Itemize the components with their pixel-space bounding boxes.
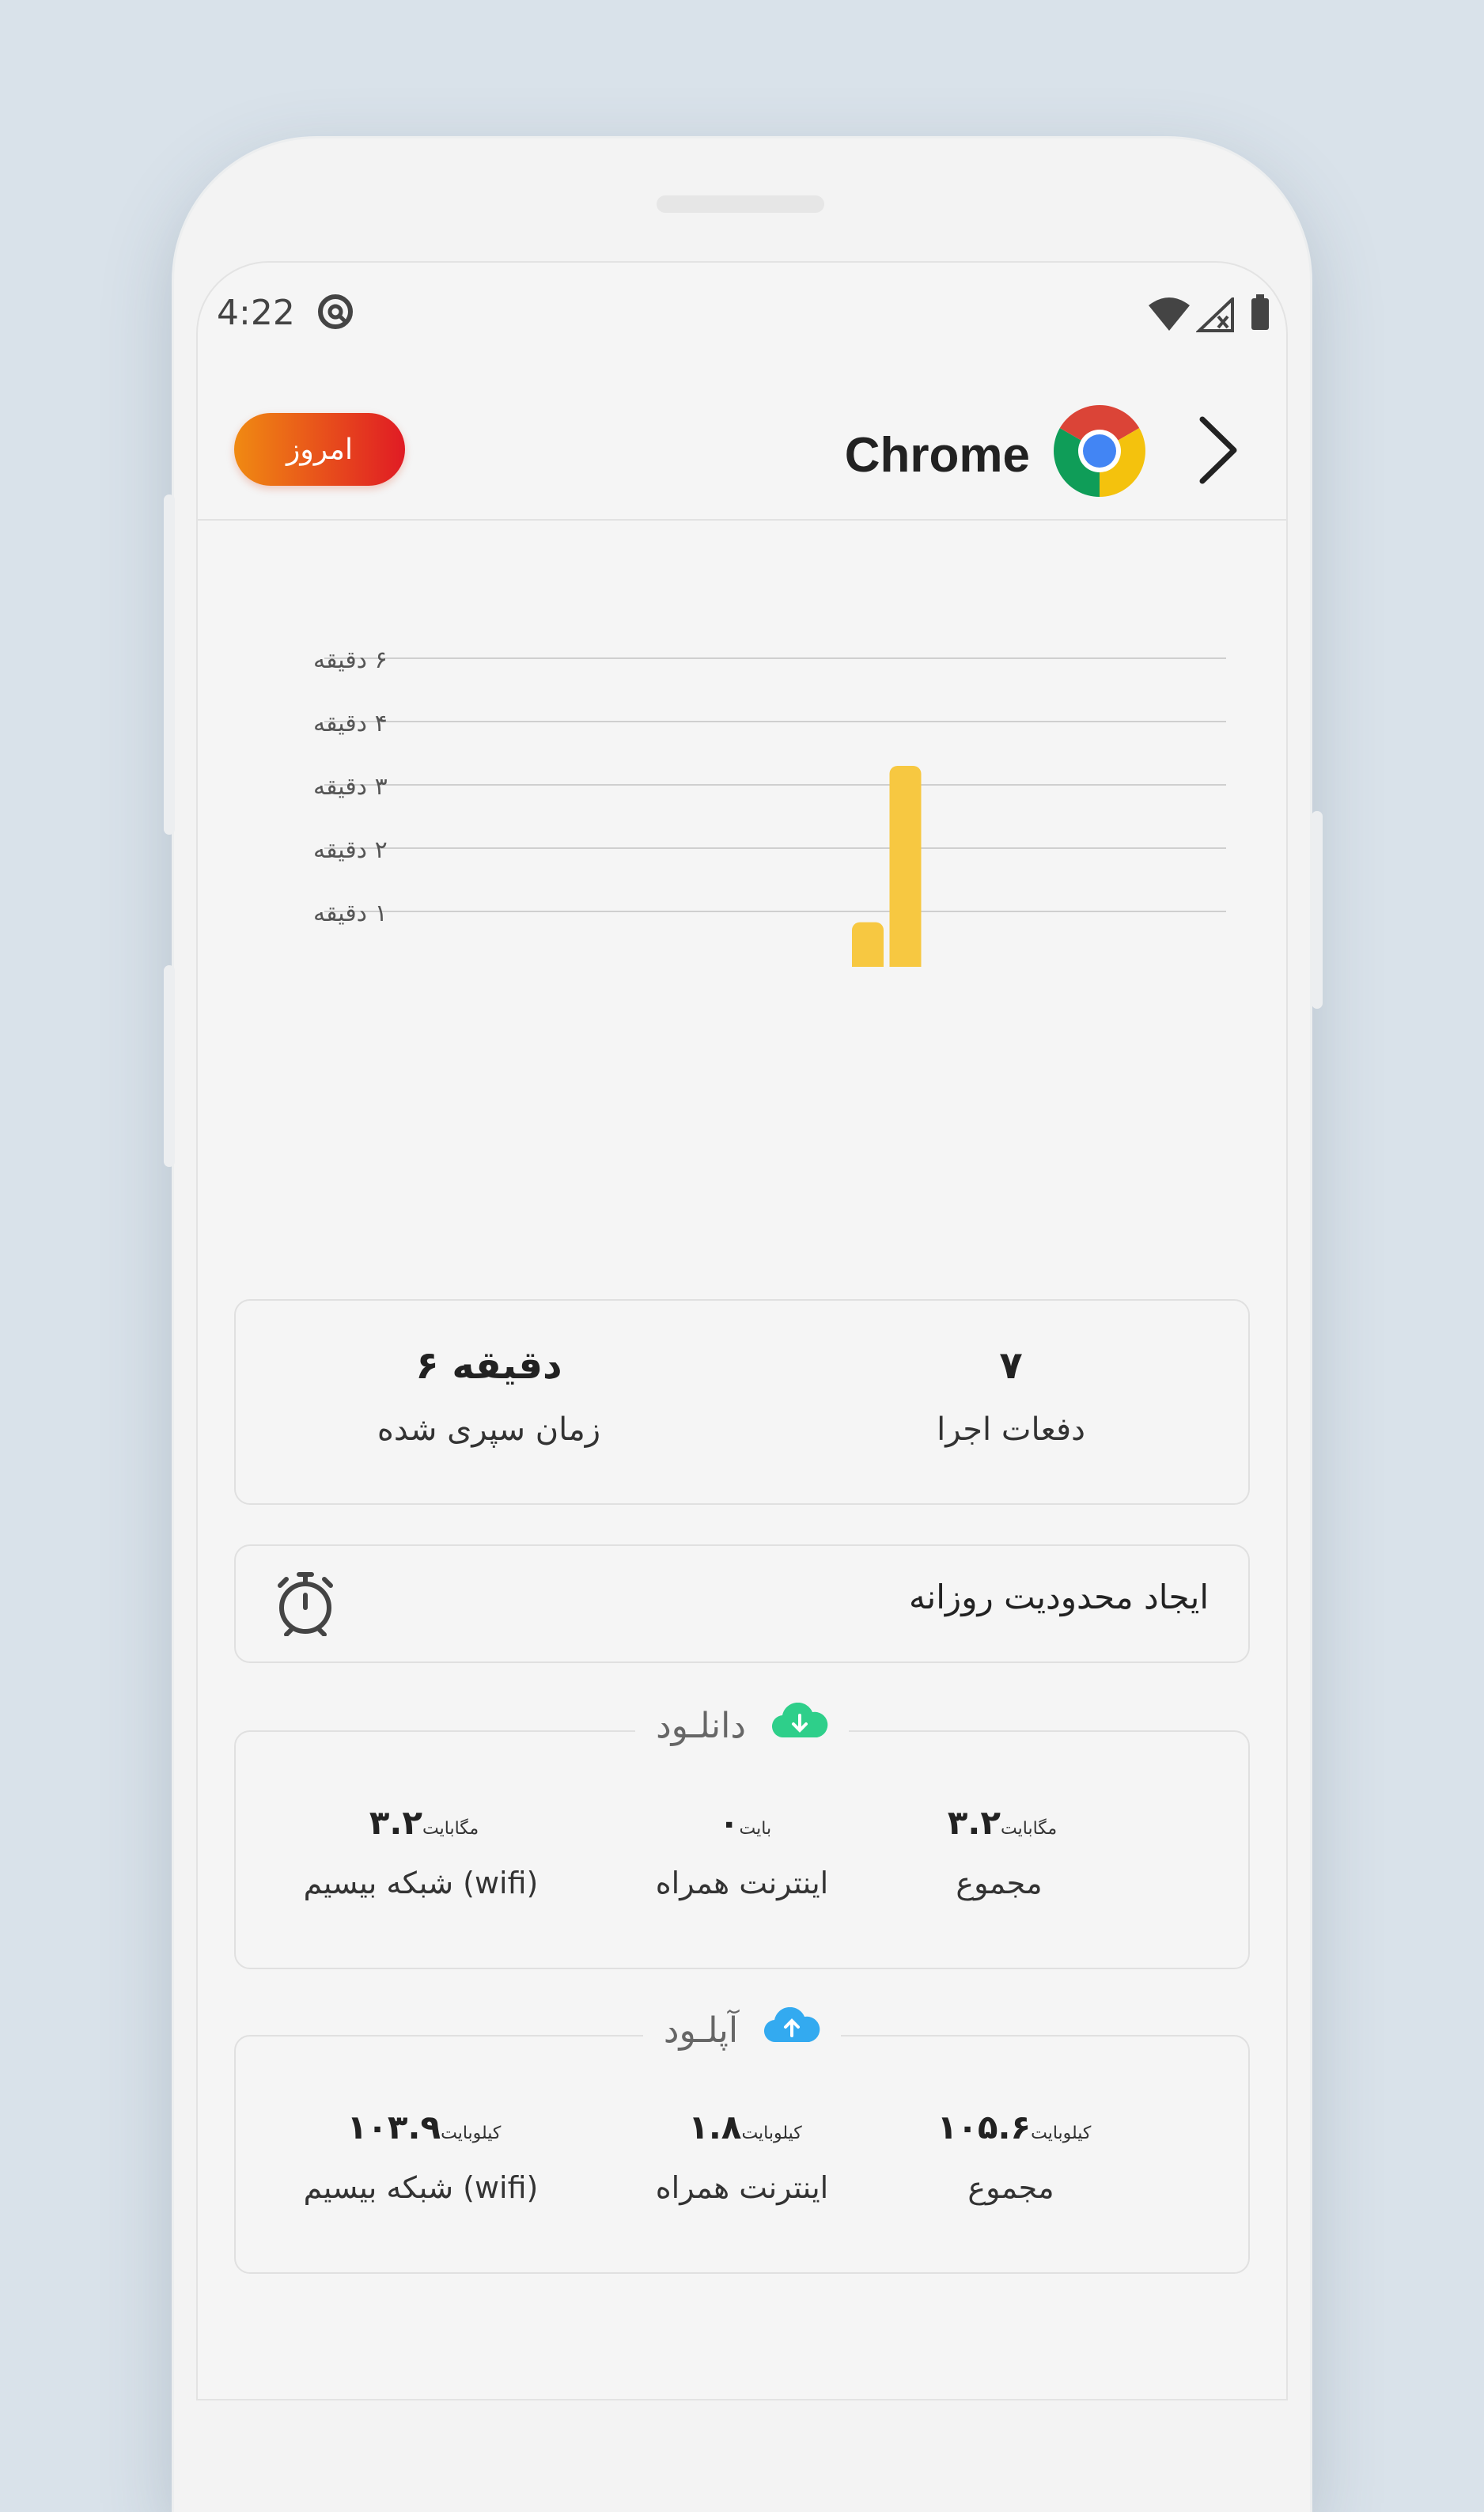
today-filter-button[interactable]: امروز [234,413,405,486]
upload-mobile: کیلوبایت۱.۸ اینترنت همراه [600,2108,884,2205]
battery-icon [1250,294,1270,334]
download-mobile-label: اینترنت همراه [655,1866,829,1900]
daily-limit-button[interactable]: ایجاد محدودیت روزانه [234,1544,1250,1663]
time-spent-label: زمان سپری شده [377,1411,601,1448]
upload-wifi-value: ۱۰۳.۹ [346,2108,441,2146]
download-mobile: بایت۰ اینترنت همراه [600,1803,884,1900]
y-tick-label: ۴ دقیقه [313,710,388,737]
upload-wifi: کیلوبایت۱۰۳.۹ شبکه بیسیم (wifi) [278,2108,563,2205]
upload-mobile-unit: کیلوبایت [741,2124,802,2143]
usage-chart-svg: ۱ دقیقه۲ دقیقه۳ دقیقه۴ دقیقه۶ دقیقه۰۰:۰۰… [313,646,1226,967]
launches-label: دفعات اجرا [937,1411,1085,1448]
timer-icon [274,1571,337,1639]
upload-title: آپلـود [663,2010,739,2051]
upload-total-value: ۱۰۵.۶ [937,2108,1032,2146]
y-tick-label: ۳ دقیقه [313,773,388,801]
launches-value: ۷ [999,1343,1023,1388]
y-tick-label: ۲ دقیقه [313,836,388,864]
upload-section-title: آپلـود [198,2006,1286,2054]
upload-total-label: مجموع [967,2170,1054,2205]
chevron-right-icon[interactable] [1194,415,1242,489]
download-title: دانلـود [656,1706,746,1746]
upload-mobile-value: ۱.۸ [688,2108,742,2146]
upload-total-unit: کیلوبایت [1031,2124,1092,2143]
usage-chart: ۱ دقیقه۲ دقیقه۳ دقیقه۴ دقیقه۶ دقیقه۰۰:۰۰… [198,524,1286,967]
download-mobile-unit: بایت [739,1819,772,1839]
daily-limit-label: ایجاد محدودیت روزانه [909,1578,1209,1616]
app-bar: امروز Chrome [198,373,1286,521]
chrome-icon [1052,404,1147,502]
upload-card: کیلوبایت۱۰۵.۶ مجموع کیلوبایت۱.۸ اینترنت … [234,2035,1250,2274]
download-wifi: مگابایت۳.۲ شبکه بیسیم (wifi) [278,1803,563,1900]
time-spent-stat: ۶ دقیقه زمان سپری شده [323,1343,655,1448]
download-wifi-label: شبکه بیسیم (wifi) [303,1866,539,1900]
side-button [164,965,175,1167]
speaker-grille [657,195,824,213]
upload-total: کیلوبایت۱۰۵.۶ مجموع [869,2108,1153,2205]
status-bar: 4:22 [198,263,1286,366]
app-title: Chrome [844,428,1030,483]
download-wifi-value: ۳.۲ [369,1803,423,1842]
download-total-label: مجموع [956,1866,1043,1900]
download-card: مگابایت۳.۲ مجموع بایت۰ اینترنت همراه مگا… [234,1730,1250,1969]
y-tick-label: ۱ دقیقه [313,900,388,927]
download-mobile-value: ۰ [718,1803,740,1842]
status-time: 4:22 [217,293,295,333]
cloud-upload-icon [763,2006,820,2054]
download-section-title: دانلـود [198,1702,1286,1749]
side-button [164,494,175,835]
download-total-unit: مگابایت [1001,1819,1058,1839]
usage-bar[interactable] [889,766,922,967]
app-screen: 4:22 امروز Chrome ۱ دقیقه ۲ دقیقه ۳ دقیق… [196,261,1288,2400]
stats-card: ۷ دفعات اجرا ۶ دقیقه زمان سپری شده [234,1299,1250,1505]
upload-wifi-label: شبکه بیسیم (wifi) [303,2170,539,2205]
cloud-download-icon [771,1702,828,1749]
download-total: مگابایت۳.۲ مجموع [869,1803,1130,1900]
upload-mobile-label: اینترنت همراه [655,2170,829,2205]
upload-wifi-unit: کیلوبایت [441,2124,502,2143]
wifi-icon [1147,297,1191,335]
signal-icon [1195,295,1234,335]
y-tick-label: ۶ دقیقه [313,646,388,674]
download-wifi-unit: مگابایت [422,1819,479,1839]
accessibility-icon [315,291,356,335]
time-spent-value: ۶ دقیقه [415,1343,562,1388]
usage-bar[interactable] [852,922,884,967]
side-button [1312,811,1323,1009]
download-total-value: ۳.۲ [947,1803,1001,1842]
launches-stat: ۷ دفعات اجرا [845,1343,1177,1448]
